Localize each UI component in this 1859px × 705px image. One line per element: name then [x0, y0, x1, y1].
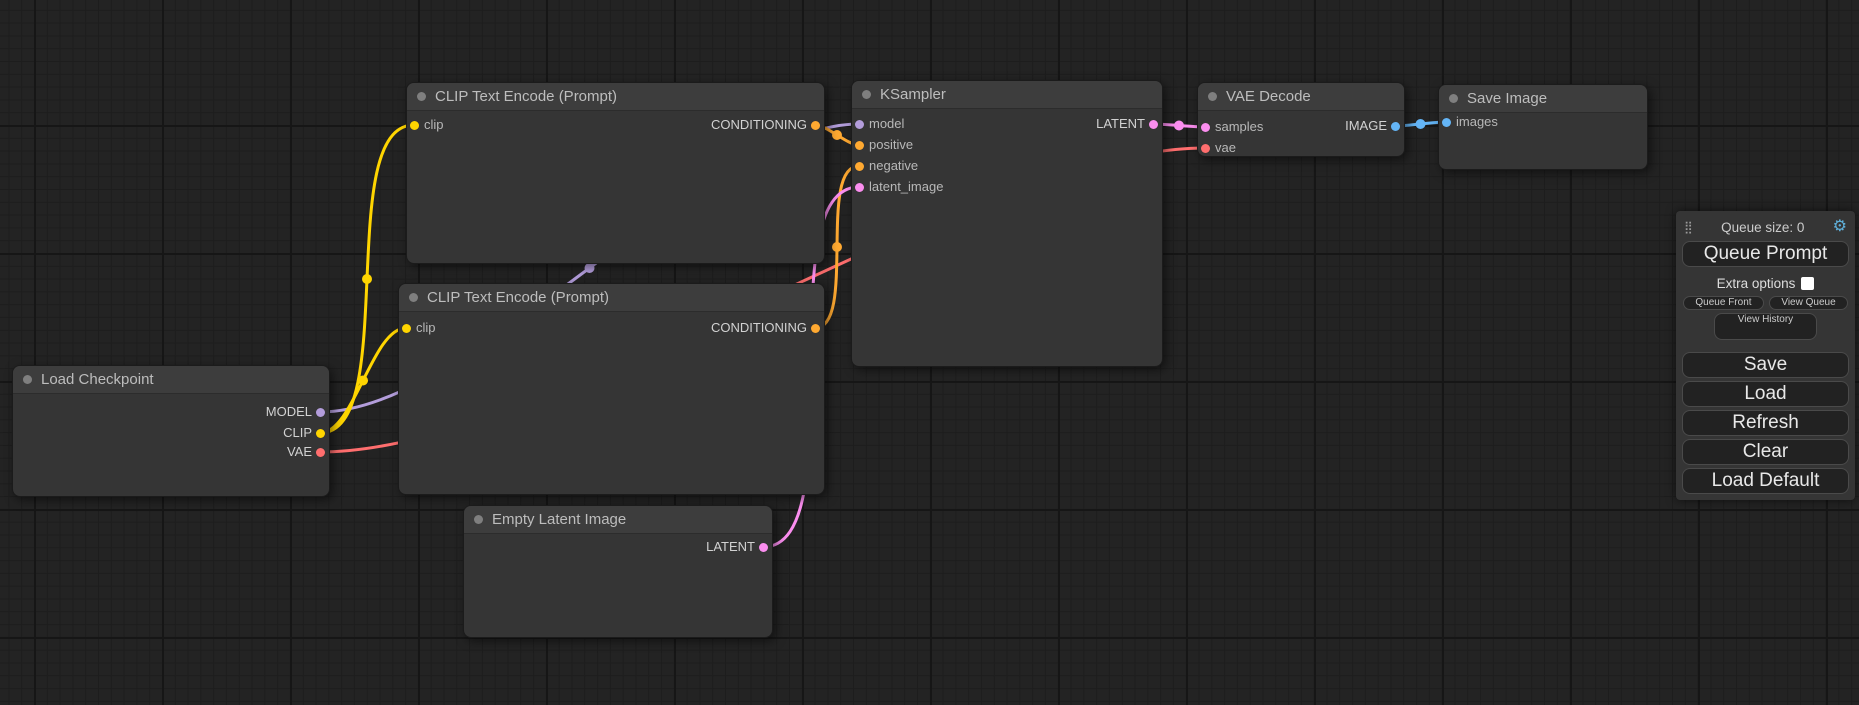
- output-label: CONDITIONING: [711, 117, 807, 132]
- refresh-button[interactable]: Refresh: [1682, 410, 1849, 436]
- collapse-dot-icon[interactable]: [474, 515, 483, 524]
- output-port-CONDITIONING[interactable]: [811, 121, 820, 130]
- node-title-text: Save Image: [1467, 90, 1547, 107]
- output-port-CLIP[interactable]: [316, 429, 325, 438]
- collapse-dot-icon[interactable]: [409, 293, 418, 302]
- link-wire[interactable]: [320, 328, 406, 433]
- queue-panel: ⣿ Queue size: 0 ⚙ Queue Prompt Extra opt…: [1676, 211, 1855, 500]
- input-port-samples[interactable]: [1201, 123, 1210, 132]
- input-port-model[interactable]: [855, 120, 864, 129]
- output-port-VAE[interactable]: [316, 448, 325, 457]
- view-history-button[interactable]: View History: [1714, 313, 1818, 340]
- output-port-IMAGE[interactable]: [1391, 122, 1400, 131]
- node-title: KSampler: [852, 81, 1162, 109]
- node-empty_latent[interactable]: Empty Latent Image: [463, 505, 773, 638]
- node-title: CLIP Text Encode (Prompt): [407, 83, 824, 111]
- drag-handle-icon[interactable]: ⣿: [1684, 220, 1693, 234]
- output-label: CONDITIONING: [711, 320, 807, 335]
- load-default-button[interactable]: Load Default: [1682, 468, 1849, 494]
- node-title: Load Checkpoint: [13, 366, 329, 394]
- input-port-clip[interactable]: [402, 324, 411, 333]
- load-button[interactable]: Load: [1682, 381, 1849, 407]
- collapse-dot-icon[interactable]: [23, 375, 32, 384]
- node-title-text: Load Checkpoint: [41, 371, 154, 388]
- link-midpoint-dot[interactable]: [1174, 121, 1184, 131]
- output-label: LATENT: [1096, 116, 1145, 131]
- input-port-positive[interactable]: [855, 141, 864, 150]
- input-label: images: [1456, 114, 1498, 129]
- node-title: CLIP Text Encode (Prompt): [399, 284, 824, 312]
- input-label: clip: [424, 117, 444, 132]
- output-label: MODEL: [266, 404, 312, 419]
- link-midpoint-dot[interactable]: [1416, 119, 1426, 129]
- extra-options-label: Extra options: [1717, 276, 1796, 291]
- output-label: VAE: [287, 444, 312, 459]
- input-port-latent_image[interactable]: [855, 183, 864, 192]
- output-port-CONDITIONING[interactable]: [811, 324, 820, 333]
- link-midpoint-dot[interactable]: [832, 242, 842, 252]
- input-port-images[interactable]: [1442, 118, 1451, 127]
- node-clip_encode_positive[interactable]: CLIP Text Encode (Prompt): [406, 82, 825, 264]
- node-title-text: Empty Latent Image: [492, 511, 626, 528]
- input-label: clip: [416, 320, 436, 335]
- node-title-text: VAE Decode: [1226, 88, 1311, 105]
- input-label: samples: [1215, 119, 1263, 134]
- queue-front-button[interactable]: Queue Front: [1683, 296, 1764, 310]
- output-port-LATENT[interactable]: [1149, 120, 1158, 129]
- link-midpoint-dot[interactable]: [832, 130, 842, 140]
- settings-gear-icon[interactable]: ⚙: [1833, 219, 1847, 235]
- view-queue-button[interactable]: View Queue: [1769, 296, 1848, 310]
- queue-size-label: Queue size: 0: [1693, 220, 1833, 235]
- collapse-dot-icon[interactable]: [417, 92, 426, 101]
- output-label: CLIP: [283, 425, 312, 440]
- output-label: IMAGE: [1345, 118, 1387, 133]
- link-midpoint-dot[interactable]: [358, 376, 368, 386]
- output-label: LATENT: [706, 539, 755, 554]
- input-port-vae[interactable]: [1201, 144, 1210, 153]
- collapse-dot-icon[interactable]: [862, 90, 871, 99]
- save-button[interactable]: Save: [1682, 352, 1849, 378]
- node-title-text: CLIP Text Encode (Prompt): [435, 88, 617, 105]
- collapse-dot-icon[interactable]: [1208, 92, 1217, 101]
- link-midpoint-dot[interactable]: [585, 263, 595, 273]
- input-label: latent_image: [869, 179, 943, 194]
- input-port-clip[interactable]: [410, 121, 419, 130]
- output-port-MODEL[interactable]: [316, 408, 325, 417]
- input-label: vae: [1215, 140, 1236, 155]
- node-clip_encode_negative[interactable]: CLIP Text Encode (Prompt): [398, 283, 825, 495]
- input-label: positive: [869, 137, 913, 152]
- output-port-LATENT[interactable]: [759, 543, 768, 552]
- input-label: negative: [869, 158, 918, 173]
- node-title: Save Image: [1439, 85, 1647, 113]
- collapse-dot-icon[interactable]: [1449, 94, 1458, 103]
- extra-options-checkbox[interactable]: [1801, 277, 1814, 290]
- queue-prompt-button[interactable]: Queue Prompt: [1682, 241, 1849, 267]
- node-title-text: CLIP Text Encode (Prompt): [427, 289, 609, 306]
- node-title-text: KSampler: [880, 86, 946, 103]
- link-midpoint-dot[interactable]: [362, 274, 372, 284]
- node-graph-canvas[interactable]: Load CheckpointMODELCLIPVAE◀ckpt_namev1-…: [0, 0, 1859, 705]
- node-title: Empty Latent Image: [464, 506, 772, 534]
- input-label: model: [869, 116, 904, 131]
- clear-button[interactable]: Clear: [1682, 439, 1849, 465]
- input-port-negative[interactable]: [855, 162, 864, 171]
- node-title: VAE Decode: [1198, 83, 1404, 111]
